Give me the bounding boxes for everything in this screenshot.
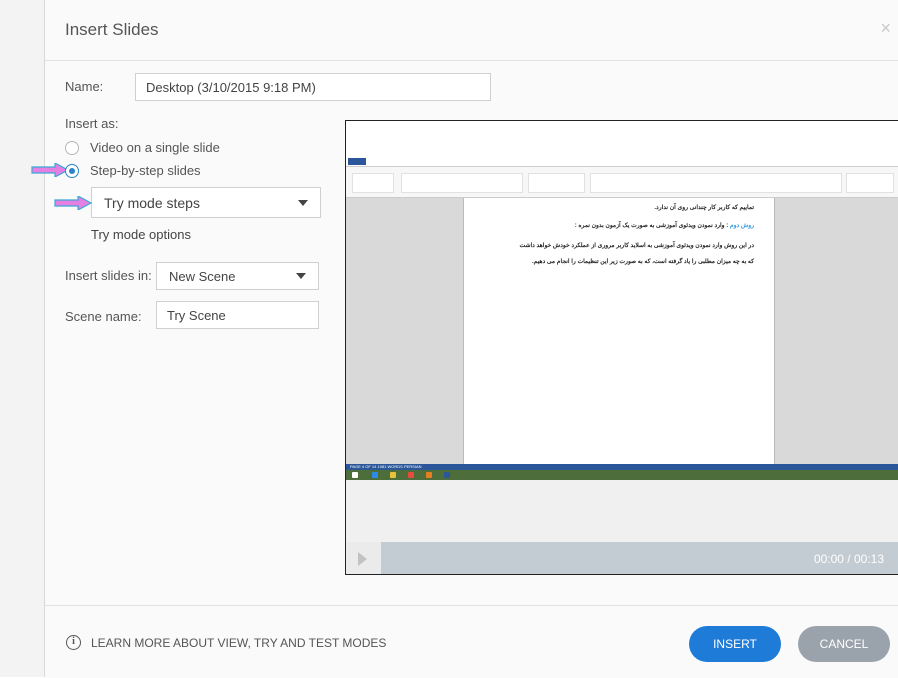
doc-highlight: روش دوم: [729, 223, 754, 229]
recorded-desktop-frame: تماییم که کاربر کار چندانی روی آن ندارد.…: [346, 148, 898, 480]
info-icon: i: [66, 635, 81, 650]
video-timecode: 00:00 / 00:13: [813, 552, 884, 566]
word-document-page: تماییم که کاربر کار چندانی روی آن ندارد.…: [463, 198, 775, 464]
scene-name-field[interactable]: Try Scene: [156, 301, 319, 329]
ribbon-group: [846, 173, 894, 193]
firefox-icon: [426, 472, 432, 478]
insert-button[interactable]: INSERT: [689, 626, 781, 662]
radio-button-selected[interactable]: [65, 163, 79, 178]
close-icon[interactable]: ×: [880, 18, 891, 39]
radio-video-label: Video on a single slide: [90, 140, 220, 155]
name-label: Name:: [65, 79, 104, 94]
doc-line: تماییم که کاربر کار چندانی روی آن ندارد.: [654, 205, 754, 211]
ribbon-group: [401, 173, 523, 193]
doc-line-heading: روش دوم : وارد نمودن ویدئوی آموزشی به صو…: [575, 222, 754, 229]
background-panel: [0, 0, 44, 677]
word-file-tab: [348, 158, 366, 165]
ribbon-group: [528, 173, 585, 193]
radio-video-single-slide[interactable]: Video on a single slide: [65, 140, 220, 155]
insert-as-label: Insert as:: [65, 116, 119, 131]
video-progress-bar[interactable]: 00:00 / 00:13: [381, 542, 898, 574]
insert-slides-dialog: Insert Slides × Name: Desktop (3/10/2015…: [31, 0, 898, 678]
windows-taskbar: [346, 470, 898, 480]
learn-more-link[interactable]: LEARN MORE ABOUT VIEW, TRY AND TEST MODE…: [91, 636, 386, 650]
chevron-down-icon: [296, 273, 306, 279]
play-icon[interactable]: [358, 552, 367, 566]
dialog-title: Insert Slides: [65, 20, 159, 39]
dialog-header: Insert Slides ×: [45, 0, 898, 61]
radio-steps-label: Step-by-step slides: [90, 163, 201, 178]
ie-icon: [372, 472, 378, 478]
dialog-footer: i LEARN MORE ABOUT VIEW, TRY AND TEST MO…: [45, 605, 898, 678]
try-mode-steps-select[interactable]: Try mode steps: [54, 187, 321, 218]
folder-icon: [390, 472, 396, 478]
word-ribbon-tabs: [346, 157, 898, 167]
ribbon-styles: [590, 173, 842, 193]
radio-button[interactable]: [65, 140, 79, 155]
cancel-button[interactable]: CANCEL: [798, 626, 890, 662]
word-title-bar: [346, 148, 898, 157]
insert-slides-in-value: New Scene: [169, 268, 236, 284]
insert-slides-in-select[interactable]: New Scene: [156, 262, 319, 290]
doc-line: که به چه میزان مطلبی را یاد گرفته است، ک…: [531, 259, 754, 265]
radio-step-by-step[interactable]: Step-by-step slides: [31, 163, 201, 178]
name-field[interactable]: Desktop (3/10/2015 9:18 PM): [135, 73, 491, 101]
pointer-arrow-icon: [54, 196, 92, 210]
chrome-icon: [408, 472, 414, 478]
pointer-arrow-icon: [31, 163, 69, 177]
try-mode-options-link[interactable]: Try mode options: [91, 227, 191, 242]
scene-name-label: Scene name:: [65, 309, 142, 324]
doc-line: در این روش وارد نمودن ویدئوی آموزشی به ا…: [519, 243, 754, 249]
video-preview: تماییم که کاربر کار چندانی روی آن ندارد.…: [345, 120, 898, 575]
ribbon-group: [352, 173, 394, 193]
word-ribbon: [346, 167, 898, 198]
video-controls: 00:00 / 00:13: [346, 542, 898, 574]
try-mode-steps-value: Try mode steps: [104, 194, 200, 211]
doc-line-rest: : وارد نمودن ویدئوی آموزشی به صورت یک آز…: [574, 223, 730, 229]
chevron-down-icon: [298, 199, 308, 206]
video-letterbox: [346, 480, 898, 542]
insert-slides-in-label: Insert slides in:: [65, 268, 152, 283]
word-icon: [444, 472, 450, 478]
start-icon: [352, 472, 358, 478]
